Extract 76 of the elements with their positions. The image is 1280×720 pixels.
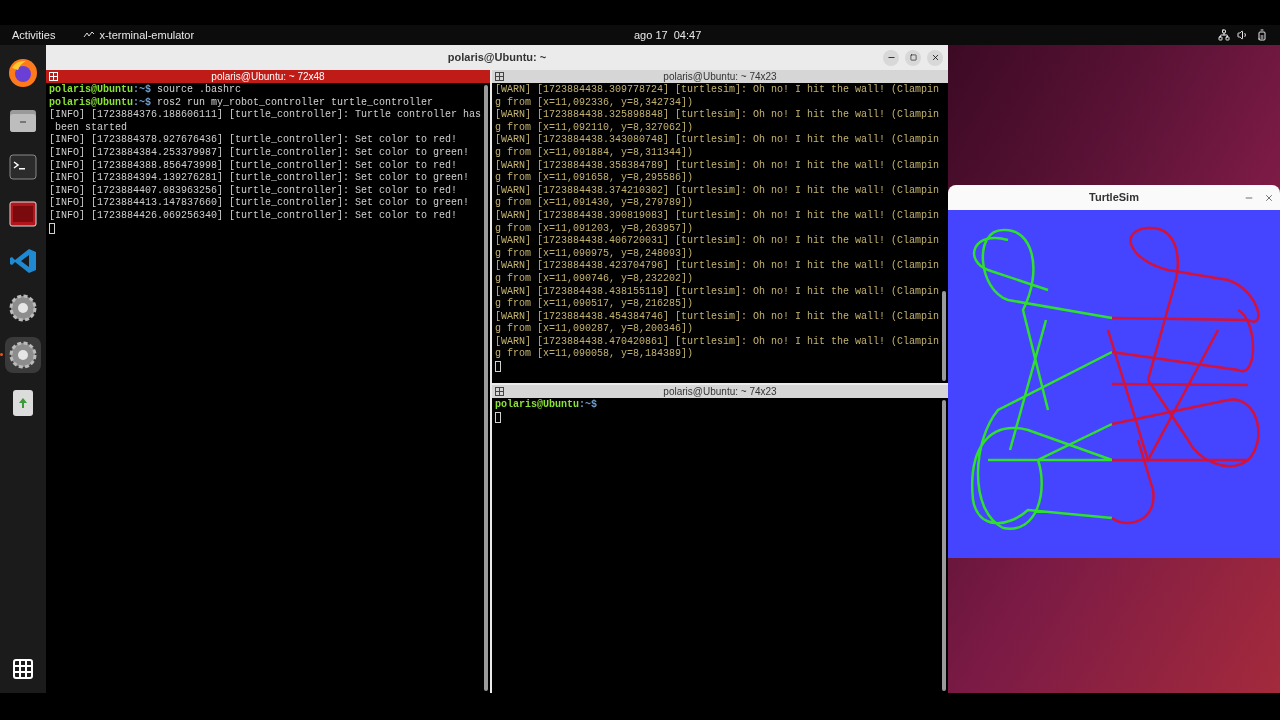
warning-line: [WARN] [1723884438.390819083] [turtlesim]: Oh no! I hit the wall! (Clampin xyxy=(495,209,940,223)
gear-icon xyxy=(9,294,37,322)
command-text: source .bashrc xyxy=(156,84,242,97)
app-menu-icon xyxy=(83,30,96,40)
app-menu-label[interactable]: x-terminal-emulator xyxy=(99,26,195,44)
warning-line: [WARN] [1723884438.325898848] [turtlesim]: Oh no! I hit the wall! (Clampin xyxy=(495,109,940,122)
log-line: [INFO] [1723884407.083963256] [turtle_controller]: Set color to red! xyxy=(49,184,458,197)
close-button[interactable] xyxy=(927,49,943,66)
warning-line: [WARN] [1723884438.374210302] [turtlesim]: Oh no! I hit the wall! (Clampin xyxy=(495,184,940,197)
dock-item[interactable] xyxy=(5,337,41,373)
warning-line: [WARN] [1723884438.438155119] [turtlesim]: Oh no! I hit the wall! (Clampin xyxy=(495,285,940,298)
prompt-path: :~$ xyxy=(133,84,152,97)
prompt-path: :~$ xyxy=(133,96,152,109)
warning-line: g from [x=11,092336, y=8,342734]) xyxy=(495,96,694,109)
warning-line: [WARN] [1723884438.406720031] [turtlesim]: Oh no! I hit the wall! (Clampin xyxy=(495,235,940,248)
trash-icon xyxy=(11,387,35,417)
activities-button[interactable]: Activities xyxy=(0,26,68,44)
log-line: [INFO] [1723884426.069256340] [turtle_controller]: Set color to red! xyxy=(49,209,458,223)
prompt-user: polaris@Ubuntu xyxy=(495,399,579,412)
window-title: polaris@Ubuntu: ~ xyxy=(447,50,547,66)
pane-title: polaris@Ubuntu: ~ 74x23 xyxy=(663,386,777,397)
log-line: [INFO] [1723884388.856473998] [turtle_controller]: Set color to red! xyxy=(49,159,458,172)
log-line: [INFO] [1723884413.147837660] [turtle_controller]: Set color to green! xyxy=(49,197,470,210)
prompt-user: polaris@Ubuntu xyxy=(49,96,133,109)
split-icon xyxy=(495,72,504,81)
log-line: [INFO] [1723884384.253379987] [turtle_controller]: Set color to green! xyxy=(49,146,470,160)
warning-line: g from [x=11,090517, y=8,216285]) xyxy=(495,298,694,311)
warning-line: [WARN] [1723884438.423704796] [turtlesim]: Oh no! I hit the wall! (Clampin xyxy=(495,260,940,273)
terminal-icon xyxy=(9,154,37,180)
close-icon xyxy=(1264,192,1274,203)
close-button[interactable] xyxy=(1264,192,1274,203)
clock[interactable]: ago 17 04:47 xyxy=(634,26,702,44)
log-line: been started xyxy=(54,121,127,134)
scrollbar[interactable] xyxy=(942,291,946,381)
warning-line: [WARN] [1723884438.470420861] [turtlesim]: Oh no! I hit the wall! (Clampin xyxy=(495,335,940,348)
battery-icon[interactable] xyxy=(1256,29,1268,41)
warning-line: g from [x=11,090975, y=8,248093]) xyxy=(495,247,694,260)
warning-line: g from [x=11,090746, y=8,232202]) xyxy=(495,272,694,286)
maximize-icon xyxy=(909,54,917,61)
prompt-user: polaris@Ubuntu xyxy=(49,84,133,97)
pane-title: polaris@Ubuntu: ~ 74x23 xyxy=(663,71,777,82)
minimize-button[interactable] xyxy=(883,49,899,66)
warning-line: g from [x=11,090058, y=8,184389]) xyxy=(495,348,694,362)
split-icon xyxy=(49,72,58,81)
split-icon xyxy=(495,387,504,396)
scrollbar[interactable] xyxy=(942,400,946,691)
warning-line: g from [x=11,091430, y=8,279789]) xyxy=(495,197,694,210)
log-line: [INFO] [1723884394.139276281] [turtle_controller]: Set color to green! xyxy=(49,172,470,185)
text-cursor xyxy=(495,361,501,373)
prompt-path: :~$ xyxy=(579,399,598,412)
maximize-button[interactable] xyxy=(905,49,921,66)
warning-line: g from [x=11,091884, y=8,311344]) xyxy=(495,146,694,160)
log-line: [INFO] [1723884376.188606111] [turtle_controller]: Turtle controller has xyxy=(49,109,482,122)
app-grid-icon[interactable] xyxy=(11,657,35,681)
window-title: TurtleSim xyxy=(1089,190,1139,206)
gear-icon xyxy=(9,341,37,369)
text-cursor xyxy=(495,411,501,423)
browser-logo-icon xyxy=(8,58,38,88)
command-text: ros2 run my_robot_controller turtle_controller xyxy=(156,96,434,109)
warning-line: [WARN] [1723884438.343080748] [turtlesim]: Oh no! I hit the wall! (Clampin xyxy=(495,134,940,147)
log-line: [INFO] [1723884378.927676436] [turtle_controller]: Set color to red! xyxy=(49,134,458,147)
scrollbar[interactable] xyxy=(484,85,488,691)
text-cursor xyxy=(49,222,55,234)
warning-line: g from [x=11,092110, y=8,327062]) xyxy=(495,121,694,134)
warning-line: [WARN] [1723884438.309778724] [turtlesim]: Oh no! I hit the wall! (Clampin xyxy=(495,84,940,97)
code-editor-icon xyxy=(9,247,37,275)
pane-title: polaris@Ubuntu: ~ 72x48 xyxy=(211,71,325,82)
warning-line: [WARN] [1723884438.358384789] [turtlesim]: Oh no! I hit the wall! (Clampin xyxy=(495,159,940,172)
warning-line: [WARN] [1723884438.454384746] [turtlesim]: Oh no! I hit the wall! (Clampin xyxy=(495,310,940,323)
app-window-icon xyxy=(9,201,37,227)
warning-line: g from [x=11,091203, y=8,263957]) xyxy=(495,222,694,235)
volume-icon[interactable] xyxy=(1237,29,1249,41)
network-icon[interactable] xyxy=(1218,29,1230,41)
warning-line: g from [x=11,090287, y=8,200346]) xyxy=(495,323,694,336)
close-icon xyxy=(930,53,940,62)
warning-line: g from [x=11,091658, y=8,295586]) xyxy=(495,172,694,185)
